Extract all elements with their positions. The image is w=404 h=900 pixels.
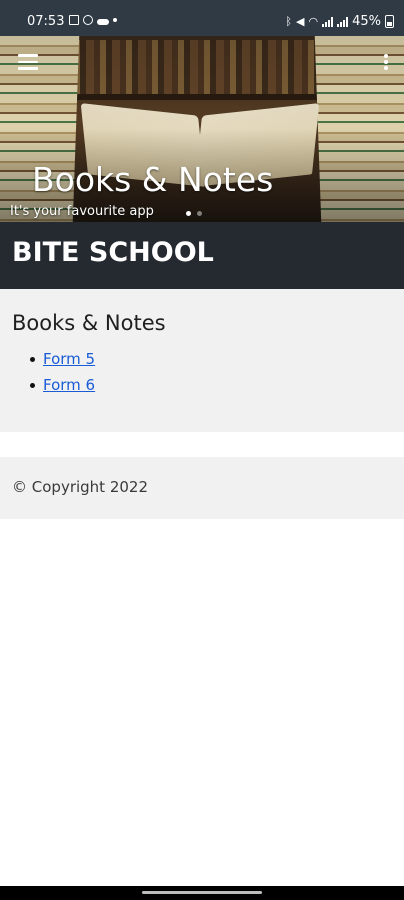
battery-level: 45% xyxy=(352,14,381,29)
bullet xyxy=(30,383,35,388)
home-gesture-handle[interactable] xyxy=(142,891,262,894)
footer: © Copyright 2022 xyxy=(0,457,404,519)
carousel-indicator[interactable] xyxy=(186,211,202,216)
list-item: Form 5 xyxy=(28,347,95,373)
dot-icon xyxy=(113,18,117,22)
status-system-icons: ᛒ ◀ ◠ 45% xyxy=(285,14,394,29)
overflow-menu-icon[interactable] xyxy=(384,54,390,72)
hero-title: Books & Notes xyxy=(32,160,274,199)
section-heading: Books & Notes xyxy=(12,311,166,335)
whatsapp-icon xyxy=(83,15,93,25)
bluetooth-icon: ᛒ xyxy=(285,15,293,28)
system-navigation-bar xyxy=(0,886,404,900)
wifi-icon: ◠ xyxy=(308,15,319,28)
image-icon xyxy=(69,15,79,25)
hamburger-menu-icon[interactable] xyxy=(18,54,38,70)
carousel-dot-active[interactable] xyxy=(186,211,191,216)
hero-banner: Books & Notes It's your favourite app xyxy=(0,36,404,222)
copyright-text: © Copyright 2022 xyxy=(12,478,149,496)
app-screen: 07:53 ᛒ ◀ ◠ 45% Books & Notes It's your … xyxy=(0,0,404,900)
battery-icon xyxy=(385,15,394,28)
site-header: BITE SCHOOL xyxy=(0,222,404,289)
status-bar: 07:53 ᛒ ◀ ◠ 45% xyxy=(0,0,404,36)
signal-icon xyxy=(337,16,349,27)
main-content: Books & Notes Form 5 Form 6 xyxy=(0,289,404,432)
hero-subtitle: It's your favourite app xyxy=(10,204,154,219)
signal-icon xyxy=(322,16,334,27)
site-title: BITE SCHOOL xyxy=(12,237,214,268)
cloud-icon xyxy=(97,18,109,25)
forms-link-list: Form 5 Form 6 xyxy=(28,347,95,399)
form-5-link[interactable]: Form 5 xyxy=(43,350,95,368)
bullet xyxy=(30,357,35,362)
status-notification-icons xyxy=(69,15,117,25)
mute-icon: ◀ xyxy=(296,15,305,28)
carousel-dot[interactable] xyxy=(197,211,202,216)
list-item: Form 6 xyxy=(28,373,95,399)
form-6-link[interactable]: Form 6 xyxy=(43,376,95,394)
status-time: 07:53 xyxy=(27,14,65,29)
